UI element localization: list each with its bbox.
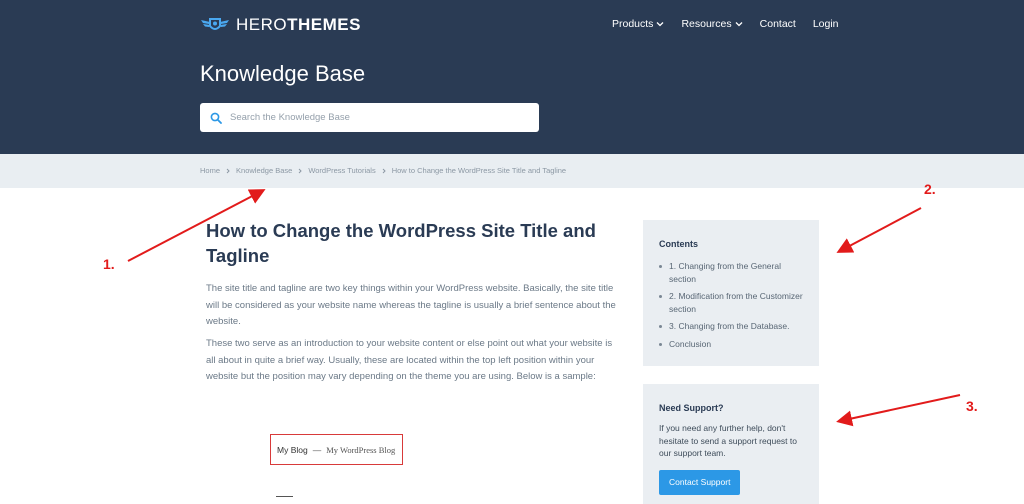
table-of-contents: Contents 1. Changing from the General se…	[643, 220, 819, 366]
nav-login[interactable]: Login	[813, 17, 839, 31]
site-title-sample-image: My Blog — My WordPress Blog	[270, 434, 403, 465]
contents-heading: Contents	[659, 239, 698, 249]
brand-name: HEROTHEMES	[236, 15, 361, 34]
support-heading: Need Support?	[659, 403, 724, 413]
nav-resources[interactable]: Resources	[681, 17, 743, 31]
support-text: If you need any further help, don't hesi…	[659, 423, 797, 458]
chevron-right-icon	[298, 168, 303, 174]
nav-contact[interactable]: Contact	[760, 17, 796, 31]
nav-contact-label: Contact	[759, 18, 796, 30]
annotation-label-3: 3.	[966, 398, 978, 414]
breadcrumb-knowledge-base[interactable]: Knowledge Base	[236, 166, 292, 176]
chevron-right-icon	[382, 168, 386, 174]
annotation-label-2: 2.	[924, 181, 936, 197]
annotation-arrow-2	[836, 207, 922, 253]
site-header: HEROTHEMES Products Resources Contact Lo…	[0, 0, 1024, 154]
sample-tagline: My WordPress Blog	[326, 444, 396, 455]
page-title: Knowledge Base	[200, 61, 366, 86]
breadcrumb-bar: Home Knowledge Base WordPress Tutorials …	[0, 154, 1024, 188]
contents-list: 1. Changing from the General section 2. …	[659, 260, 803, 350]
chevron-down-icon	[656, 22, 664, 27]
main-nav: Products Resources Contact Login	[612, 17, 856, 31]
breadcrumb: Home Knowledge Base WordPress Tutorials …	[200, 166, 566, 176]
search-icon	[210, 112, 222, 124]
breadcrumb-home[interactable]: Home	[200, 166, 220, 176]
divider	[276, 496, 293, 497]
search-box[interactable]	[200, 103, 539, 132]
article-title: How to Change the WordPress Site Title a…	[206, 220, 596, 266]
toc-item-general[interactable]: 1. Changing from the General section	[659, 260, 803, 285]
article-paragraph: The site title and tagline are two key t…	[206, 283, 616, 327]
nav-products-label: Products	[612, 18, 654, 30]
chevron-right-icon	[226, 168, 230, 174]
annotation-label-1: 1.	[103, 256, 115, 272]
sample-site-title: My Blog	[277, 444, 308, 455]
nav-login-label: Login	[812, 18, 839, 30]
toc-item-database[interactable]: 3. Changing from the Database.	[659, 320, 803, 333]
breadcrumb-current: How to Change the WordPress Site Title a…	[391, 166, 567, 175]
search-input[interactable]	[230, 112, 520, 123]
article-paragraph: These two serve as an introduction to yo…	[206, 338, 613, 382]
contact-support-button[interactable]: Contact Support	[659, 469, 741, 495]
nav-products[interactable]: Products	[612, 17, 664, 31]
herothemes-logo[interactable]: HEROTHEMES	[200, 14, 361, 36]
toc-item-conclusion[interactable]: Conclusion	[659, 338, 803, 351]
nav-resources-label: Resources	[681, 18, 732, 30]
chevron-down-icon	[735, 22, 743, 27]
support-panel: Need Support? If you need any further he…	[643, 384, 819, 504]
sample-separator: —	[312, 444, 322, 455]
winged-logo-icon	[201, 18, 229, 30]
breadcrumb-wordpress-tutorials[interactable]: WordPress Tutorials	[308, 166, 375, 176]
toc-item-customizer[interactable]: 2. Modification from the Customizer sect…	[659, 290, 803, 315]
annotation-arrow-3	[836, 394, 961, 427]
